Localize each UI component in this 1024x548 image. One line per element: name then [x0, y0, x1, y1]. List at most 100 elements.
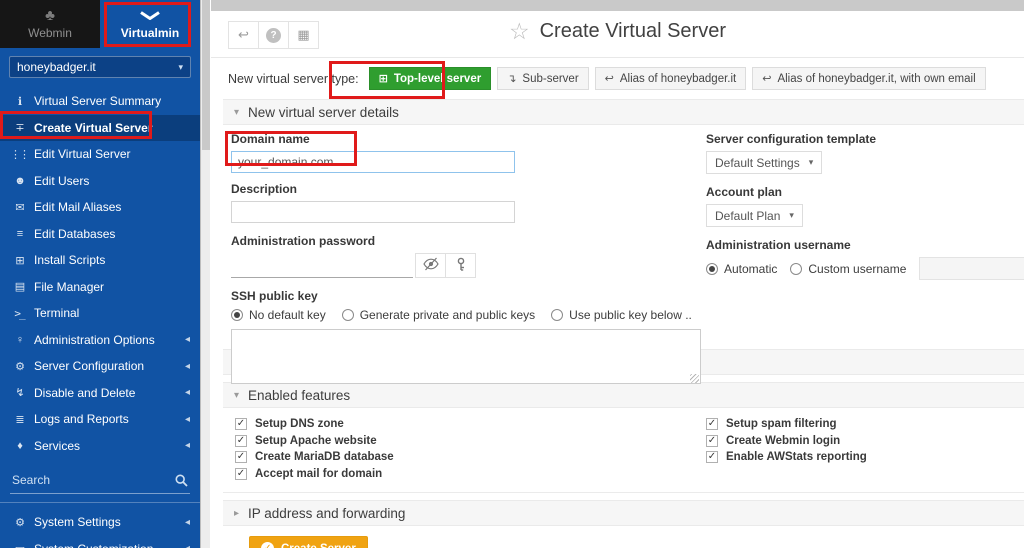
tab-webmin-label: Webmin [28, 26, 72, 40]
server-select[interactable]: honeybadger.it ▾ [9, 56, 191, 78]
tab-virtualmin[interactable]: Virtualmin [100, 0, 200, 48]
sidebar-item-edit-users[interactable]: ☻ Edit Users [0, 168, 200, 195]
ssh-key-textarea[interactable] [231, 329, 701, 384]
create-server-button[interactable]: ✓ Create Server [249, 536, 368, 548]
check-circle-icon: ✓ [261, 542, 274, 548]
checkbox-checked-icon[interactable]: ✓ [706, 434, 718, 447]
domain-input[interactable] [231, 151, 515, 173]
terminal-icon: >_ [14, 306, 25, 320]
account-plan-select[interactable]: Default Plan ▾ [706, 204, 803, 227]
radio-icon [790, 262, 803, 275]
feature-label: Accept mail for domain [255, 467, 383, 480]
grid-button[interactable]: ▦ [288, 21, 319, 49]
sidebar-item-edit-mail-aliases[interactable]: ✉ Edit Mail Aliases [0, 194, 200, 221]
admin-username-options: Automatic Custom username [706, 257, 1024, 280]
sidebar-item-label: Terminal [34, 306, 80, 321]
sidebar-item-system-settings[interactable]: ⚙ System Settings ◂ [0, 509, 200, 536]
password-input[interactable] [231, 255, 413, 278]
checkbox-checked-icon[interactable]: ✓ [706, 451, 718, 464]
server-type-label: New virtual server type: [228, 71, 359, 86]
template-select[interactable]: Default Settings ▾ [706, 151, 823, 174]
feature-label: Create Webmin login [726, 434, 841, 447]
grid-icon: ▦ [297, 27, 310, 42]
star-icon[interactable]: ☆ [509, 20, 530, 43]
feature-checkbox-row[interactable]: ✓ Enable AWStats reporting [706, 449, 867, 466]
ssh-key-radio-label: Generate private and public keys [359, 308, 536, 322]
tab-virtualmin-label: Virtualmin [120, 25, 180, 40]
help-icon: ? [266, 27, 281, 43]
sidebar-item-terminal[interactable]: >_ Terminal [0, 300, 200, 327]
checkbox-checked-icon[interactable]: ✓ [235, 451, 247, 464]
section-details-header[interactable]: ▾ New virtual server details [223, 99, 1024, 125]
sidebar-item-file-manager[interactable]: ▤ File Manager [0, 274, 200, 301]
show-password-button[interactable] [415, 253, 446, 278]
scrollbar-thumb[interactable] [202, 0, 210, 150]
install-icon: ⊞ [15, 254, 24, 267]
sidebar-item-label: Virtual Server Summary [34, 94, 162, 109]
type-button-top-level-server[interactable]: ⊞ Top-level server [368, 67, 492, 90]
checkbox-checked-icon[interactable]: ✓ [235, 467, 247, 480]
tab-webmin[interactable]: ♣ Webmin [0, 0, 100, 48]
caret-down-icon: ▾ [808, 157, 814, 167]
type-button-label: Alias of honeybadger.it, with own email [777, 72, 976, 85]
description-input[interactable] [231, 201, 515, 223]
sidebar-item-edit-databases[interactable]: ≡ Edit Databases [0, 221, 200, 248]
type-button-sub-server[interactable]: ↴ Sub-server [497, 67, 589, 90]
sidebar-scrollbar[interactable] [200, 0, 210, 548]
sidebar-item-services[interactable]: ♦ Services ◂ [0, 433, 200, 460]
generate-password-button[interactable] [445, 253, 476, 278]
custom-username-input[interactable] [919, 257, 1024, 280]
checkbox-checked-icon[interactable]: ✓ [706, 418, 718, 431]
feature-checkbox-row[interactable]: ✓ Setup spam filtering [706, 416, 867, 433]
type-button-label: Top-level server [393, 72, 482, 85]
sidebar-item-label: Install Scripts [34, 253, 106, 268]
feature-checkbox-row[interactable]: ✓ Accept mail for domain [235, 466, 1024, 483]
sidebar-item-administration-options[interactable]: ♀ Administration Options ◂ [0, 327, 200, 354]
sidebar-item-create-virtual-server[interactable]: ∓ Create Virtual Server [0, 114, 200, 141]
eye-slash-icon [422, 257, 439, 274]
toolbar-button-group: ↩ ? ▦ [228, 21, 319, 49]
type-button-alias-own-email[interactable]: ↩ Alias of honeybadger.it, with own email [752, 67, 986, 90]
ssh-key-radio[interactable]: Generate private and public keys [341, 308, 536, 322]
help-button[interactable]: ? [258, 21, 289, 49]
key-icon: ♀ [15, 333, 24, 346]
account-plan-select-value: Default Plan [715, 208, 781, 223]
ssh-key-radio[interactable]: Use public key below .. [551, 308, 692, 322]
sidebar-item-server-configuration[interactable]: ⚙ Server Configuration ◂ [0, 353, 200, 380]
features-right-column: ✓ Setup spam filtering ✓ Create Webmin logi… [706, 416, 867, 466]
type-button-alias[interactable]: ↩ Alias of honeybadger.it [594, 67, 747, 90]
search-input[interactable] [10, 469, 190, 494]
sliders-icon: ⋮⋮ [10, 148, 30, 161]
caret-down-icon: ▾ [789, 210, 794, 220]
logs-icon: ≣ [15, 413, 24, 426]
back-button[interactable]: ↩ [228, 21, 259, 49]
feature-checkbox-row[interactable]: ✓ Create Webmin login [706, 433, 867, 450]
mail-icon: ✉ [15, 201, 24, 214]
feature-checkbox-row[interactable]: ✓ Setup Apache website [235, 433, 1024, 450]
info-icon: ℹ [17, 95, 22, 108]
admin-username-radio[interactable]: Automatic [706, 262, 777, 276]
plus-square-icon: ⊞ [378, 73, 388, 85]
sidebar-item-install-scripts[interactable]: ⊞ Install Scripts [0, 247, 200, 274]
feature-label: Setup Apache website [255, 434, 377, 447]
sidebar-item-disable-and-delete[interactable]: ↯ Disable and Delete ◂ [0, 380, 200, 407]
sidebar-item-system-customization[interactable]: ▭ System Customization ◂ [0, 536, 200, 548]
checkbox-checked-icon[interactable]: ✓ [235, 434, 247, 447]
sidebar-item-virtual-server-summary[interactable]: ℹ Virtual Server Summary [0, 88, 200, 115]
ssh-key-radio[interactable]: No default key [231, 308, 326, 322]
top-strip [211, 0, 1024, 11]
admin-username-radio[interactable]: Custom username [790, 262, 906, 276]
sidebar-item-label: Create Virtual Server [34, 120, 153, 135]
section-ip-header[interactable]: ▸ IP address and forwarding [223, 500, 1024, 526]
feature-label: Setup spam filtering [726, 418, 837, 431]
feature-checkbox-row[interactable]: ✓ Create MariaDB database [235, 449, 1024, 466]
create-server-button-label: Create Server [281, 543, 356, 548]
sidebar-item-edit-virtual-server[interactable]: ⋮⋮ Edit Virtual Server [0, 141, 200, 168]
feature-checkbox-row[interactable]: ✓ Setup DNS zone [235, 416, 1024, 433]
checkbox-checked-icon[interactable]: ✓ [235, 418, 247, 431]
features-body: ✓ Setup DNS zone ✓ Setup Apache website ✓ Cre… [223, 408, 1024, 493]
sidebar-item-logs-and-reports[interactable]: ≣ Logs and Reports ◂ [0, 406, 200, 433]
users-icon: ☻ [14, 174, 26, 187]
section-features-title: Enabled features [248, 387, 351, 403]
sidebar-item-label: Edit Mail Aliases [34, 200, 122, 215]
